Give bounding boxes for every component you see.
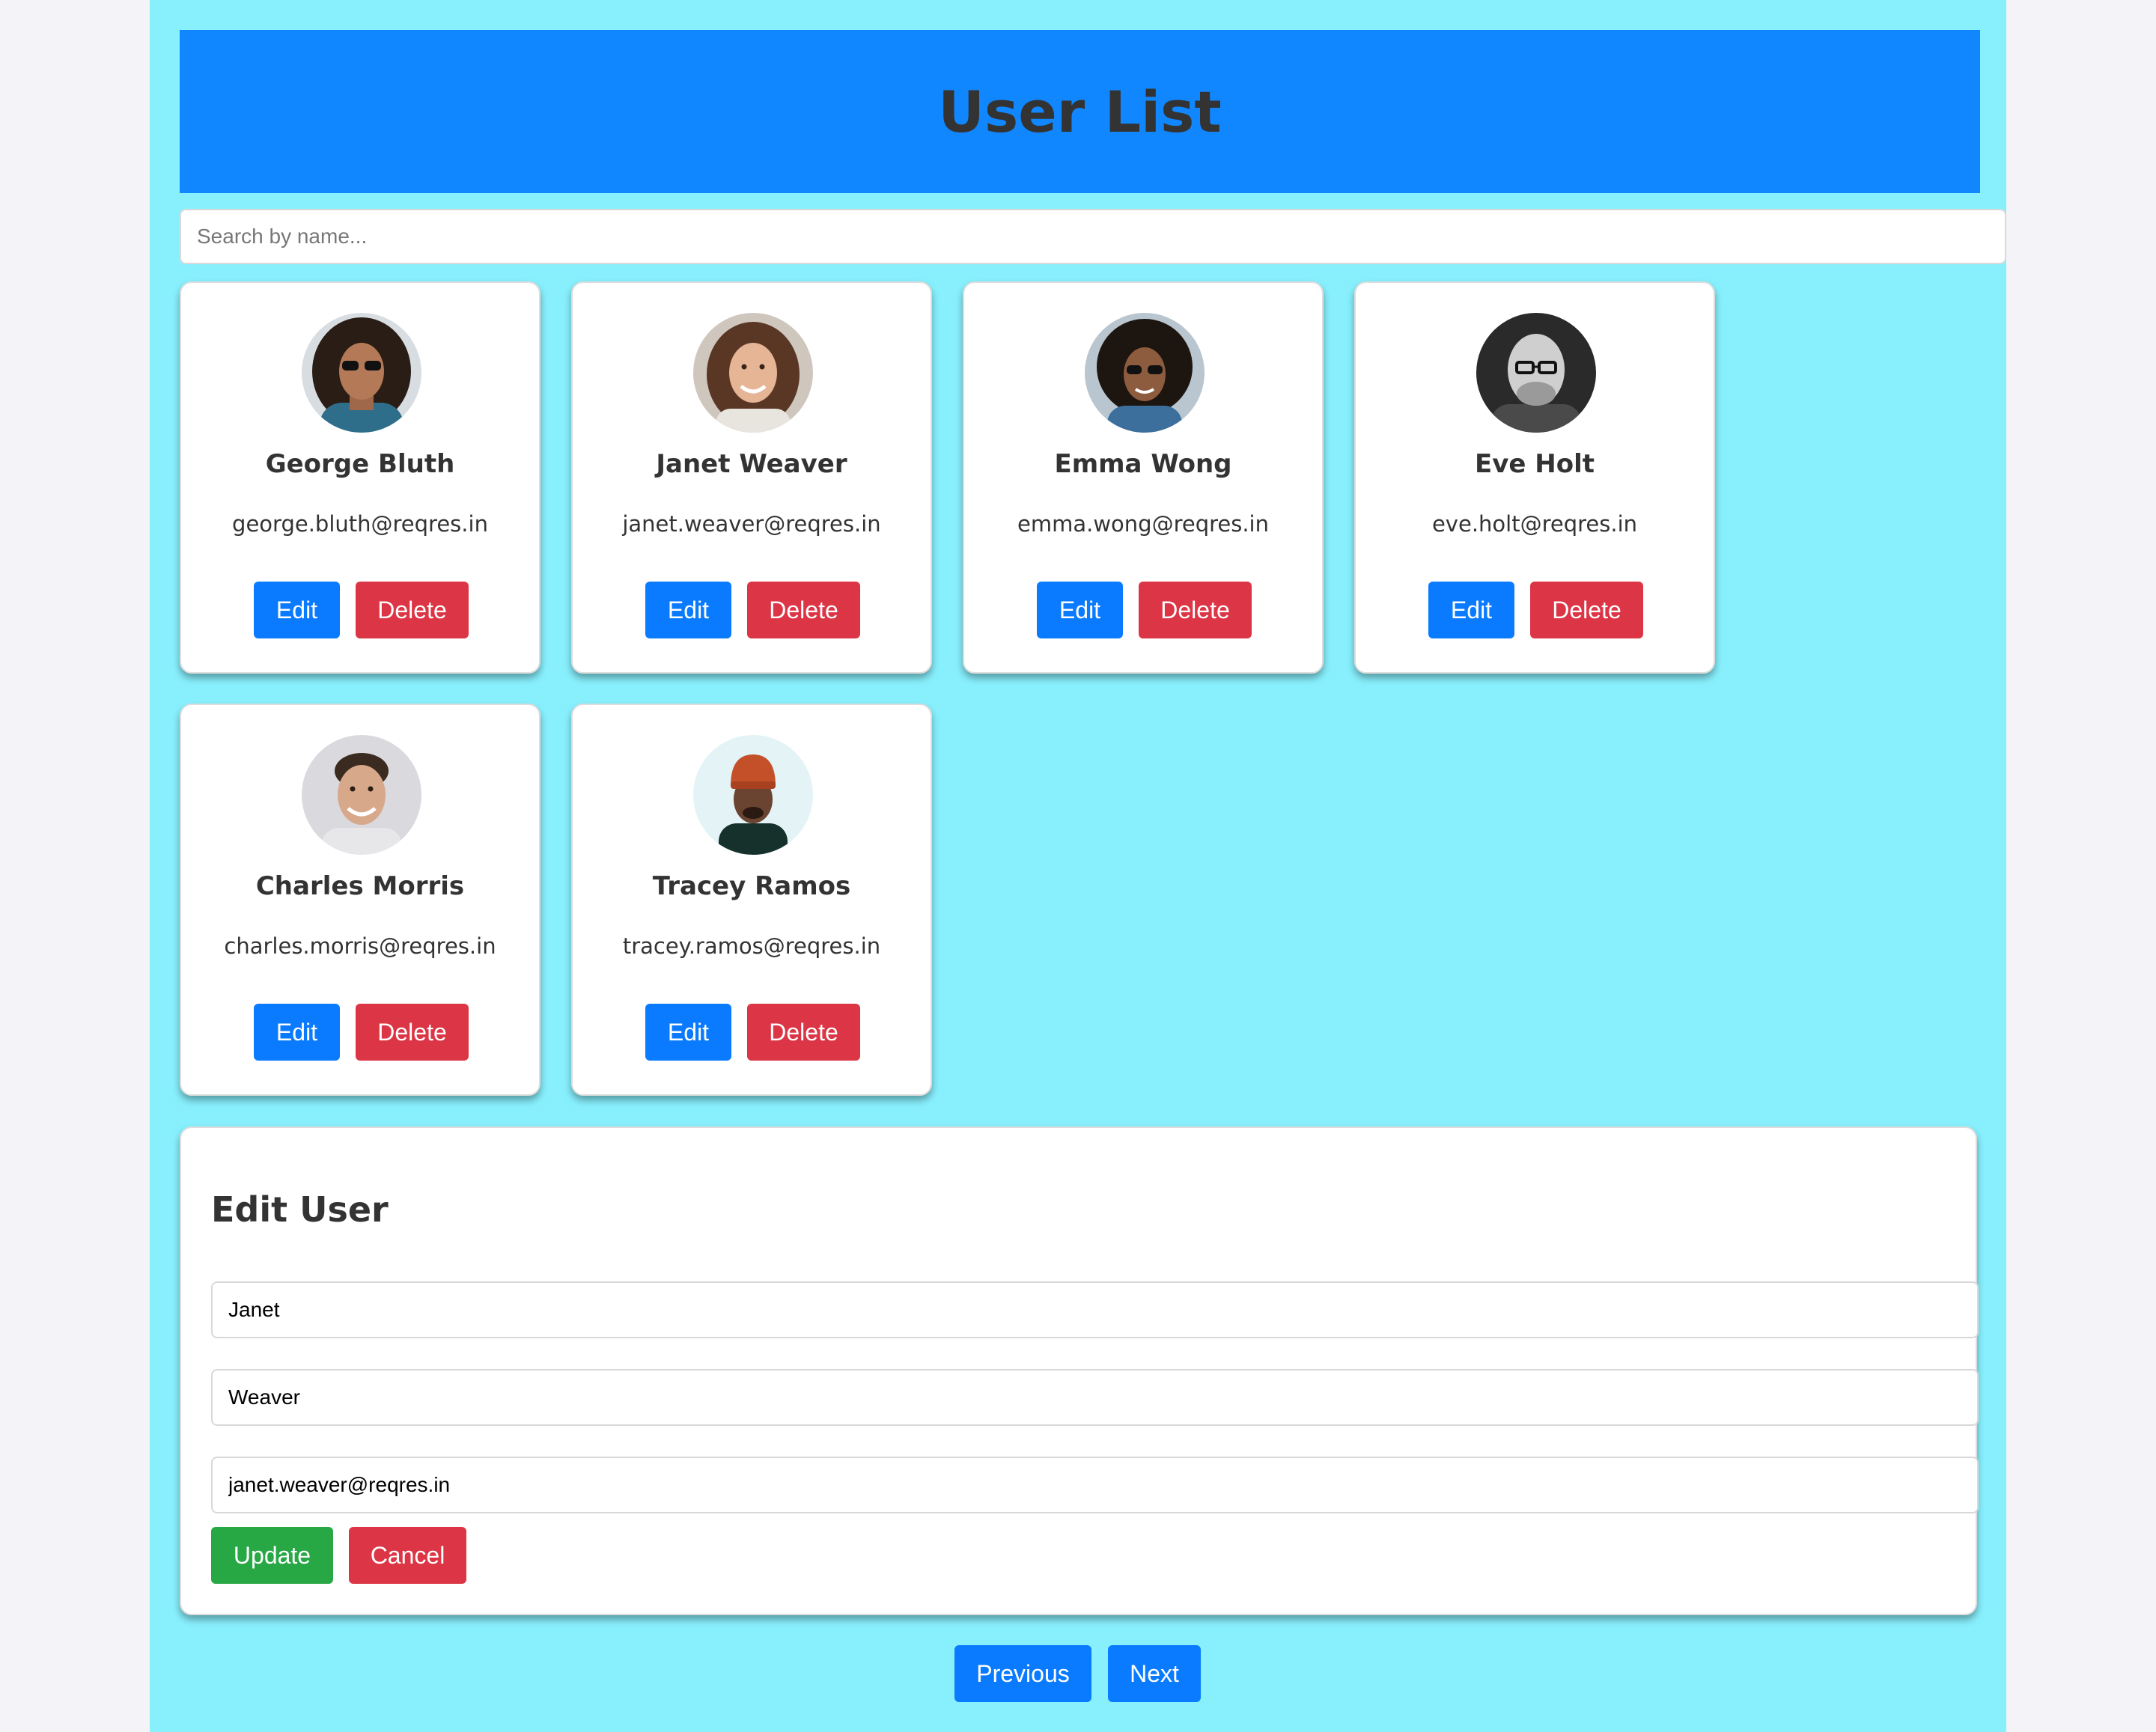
delete-button[interactable]: Delete	[747, 1004, 860, 1061]
avatar	[693, 313, 813, 433]
previous-page-button[interactable]: Previous	[954, 1645, 1091, 1702]
user-name: Janet Weaver	[656, 449, 847, 479]
user-card: George Bluth george.bluth@reqres.in Edit…	[180, 281, 540, 674]
user-card: Tracey Ramos tracey.ramos@reqres.in Edit…	[571, 704, 932, 1096]
edit-user-title: Edit User	[211, 1189, 389, 1230]
delete-button[interactable]: Delete	[356, 1004, 469, 1061]
edit-button[interactable]: Edit	[1428, 582, 1514, 638]
user-card: Janet Weaver janet.weaver@reqres.in Edit…	[571, 281, 932, 674]
user-email: emma.wong@reqres.in	[1017, 511, 1269, 537]
first-name-input[interactable]	[211, 1281, 1979, 1338]
email-input[interactable]	[211, 1457, 1979, 1513]
user-email: eve.holt@reqres.in	[1431, 511, 1638, 537]
page-header: User List	[180, 30, 1980, 193]
user-email: janet.weaver@reqres.in	[622, 511, 881, 537]
search-input[interactable]	[180, 209, 2006, 264]
user-name: Charles Morris	[255, 871, 465, 901]
user-card: Charles Morris charles.morris@reqres.in …	[180, 704, 540, 1096]
delete-button[interactable]: Delete	[1139, 582, 1252, 638]
edit-user-panel: Edit User Update Cancel	[180, 1126, 1979, 1615]
edit-button[interactable]: Edit	[254, 582, 340, 638]
next-page-button[interactable]: Next	[1108, 1645, 1201, 1702]
user-email: george.bluth@reqres.in	[232, 511, 488, 537]
avatar	[302, 313, 421, 433]
user-card: Eve Holt eve.holt@reqres.in Edit Delete	[1354, 281, 1715, 674]
user-email: charles.morris@reqres.in	[224, 933, 496, 959]
cancel-button[interactable]: Cancel	[349, 1527, 466, 1584]
last-name-input[interactable]	[211, 1369, 1979, 1426]
delete-button[interactable]: Delete	[1530, 582, 1643, 638]
delete-button[interactable]: Delete	[747, 582, 860, 638]
user-name: Tracey Ramos	[652, 871, 851, 901]
edit-button[interactable]: Edit	[645, 582, 731, 638]
page-title: User List	[938, 78, 1222, 145]
user-name: Emma Wong	[1054, 449, 1232, 479]
user-card: Emma Wong emma.wong@reqres.in Edit Delet…	[963, 281, 1324, 674]
user-name: George Bluth	[265, 449, 455, 479]
delete-button[interactable]: Delete	[356, 582, 469, 638]
edit-button[interactable]: Edit	[1037, 582, 1123, 638]
user-name: Eve Holt	[1474, 449, 1595, 479]
avatar	[302, 735, 421, 855]
avatar	[1085, 313, 1205, 433]
avatar	[693, 735, 813, 855]
avatar	[1476, 313, 1596, 433]
app-container: User List George Bluth george.bluth@reqr…	[150, 0, 2006, 1732]
user-email: tracey.ramos@reqres.in	[622, 933, 881, 959]
update-button[interactable]: Update	[211, 1527, 333, 1584]
edit-button[interactable]: Edit	[254, 1004, 340, 1061]
edit-button[interactable]: Edit	[645, 1004, 731, 1061]
